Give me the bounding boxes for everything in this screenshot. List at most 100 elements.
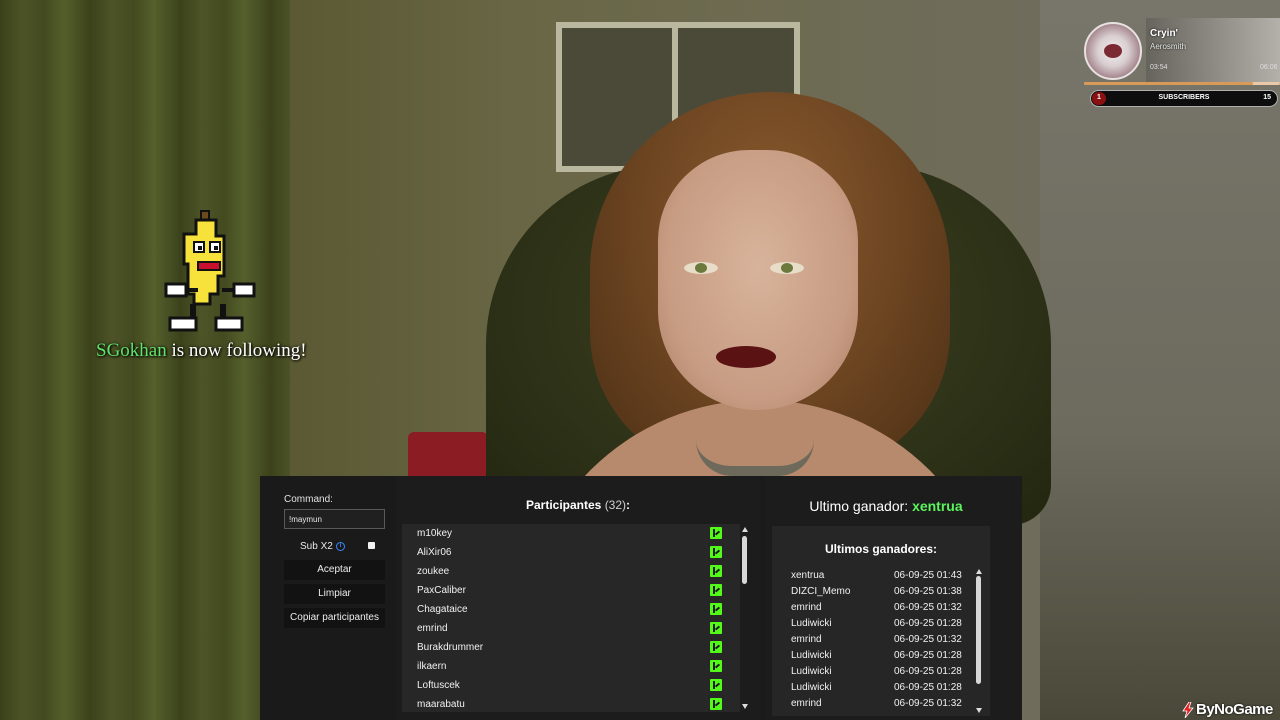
participant-name: AliXir06 <box>417 547 452 558</box>
winner-name: Ludiwicki <box>791 650 832 661</box>
participant-row[interactable]: maarabatu <box>402 695 740 712</box>
participants-colon: : <box>626 498 631 512</box>
info-icon[interactable]: i <box>336 542 345 551</box>
participant-name: Loftuscek <box>417 680 460 691</box>
scrollbar-thumb[interactable] <box>742 536 747 584</box>
winner-date: 06-09-25 01:43 <box>894 570 962 581</box>
last-winner-label: Ultimo ganador: <box>809 498 909 514</box>
track-progress-bar <box>1084 82 1280 85</box>
goal-label: SUBSCRIBERS <box>1158 94 1210 101</box>
sub-x2-option: Sub X2 i <box>284 538 385 554</box>
lips <box>716 346 776 368</box>
kick-icon <box>710 622 722 634</box>
bolt-logo-icon <box>1182 702 1194 718</box>
winner-row: Ludiwicki 06-09-25 01:28 <box>772 680 982 696</box>
winner-row: DIZCI_Memo 06-09-25 01:38 <box>772 584 982 600</box>
wall <box>1040 0 1280 720</box>
winner-name: Ludiwicki <box>791 618 832 629</box>
kick-icon <box>710 603 722 615</box>
participant-row[interactable]: Loftuscek <box>402 676 740 695</box>
left-eye <box>684 262 718 274</box>
scroll-up-arrow-icon[interactable] <box>742 527 748 532</box>
scroll-down-arrow-icon[interactable] <box>742 704 748 709</box>
kick-icon <box>710 546 722 558</box>
participant-row[interactable]: Burakdrummer <box>402 638 740 657</box>
winner-name: emrind <box>791 698 822 709</box>
kick-icon <box>710 641 722 653</box>
command-input[interactable] <box>284 509 385 529</box>
winner-name: Ludiwicki <box>791 682 832 693</box>
winner-row: xentrua 06-09-25 01:43 <box>772 568 982 584</box>
winner-row: emrind 06-09-25 01:32 <box>772 632 982 648</box>
follower-name: SGokhan <box>96 340 167 361</box>
winner-date: 06-09-25 01:32 <box>894 602 962 613</box>
participant-row[interactable]: emrind <box>402 619 740 638</box>
giveaway-controls: Command: Sub X2 i Aceptar Limpiar Copiar… <box>260 476 396 720</box>
winner-date: 06-09-25 01:32 <box>894 698 962 709</box>
kick-icon <box>710 698 722 710</box>
winner-row: Ludiwicki 06-09-25 01:28 <box>772 648 982 664</box>
subscriber-goal-bar: 1 SUBSCRIBERS 15 <box>1090 90 1278 107</box>
participant-name: ilkaern <box>417 661 447 672</box>
participant-row[interactable]: AliXir06 <box>402 543 740 562</box>
winner-name: emrind <box>791 602 822 613</box>
participant-row[interactable]: zoukee <box>402 562 740 581</box>
winner-name: Ludiwicki <box>791 666 832 677</box>
participant-name: Burakdrummer <box>417 642 484 653</box>
kick-icon <box>710 527 722 539</box>
winner-name: DIZCI_Memo <box>791 586 851 597</box>
kick-icon <box>710 584 722 596</box>
command-label: Command: <box>284 494 333 505</box>
copy-participants-button[interactable]: Copiar participantes <box>284 608 385 628</box>
recent-winners-title: Ultimos ganadores: <box>824 542 938 556</box>
last-winner-name: xentrua <box>912 498 963 514</box>
winner-row: Ludiwicki 06-09-25 01:28 <box>772 616 982 632</box>
winner-date: 06-09-25 01:28 <box>894 618 962 629</box>
participants-scrollbar[interactable] <box>740 524 750 712</box>
participants-count: (32) <box>604 498 627 512</box>
participant-name: Chagataice <box>417 604 468 615</box>
winner-name: emrind <box>791 634 822 645</box>
participant-name: maarabatu <box>417 699 465 710</box>
participant-row[interactable]: m10key <box>402 524 740 543</box>
winner-row: Ludiwicki 06-09-25 01:28 <box>772 664 982 680</box>
participant-row[interactable]: Chagataice <box>402 600 740 619</box>
giveaway-panel: Command: Sub X2 i Aceptar Limpiar Copiar… <box>260 476 1022 720</box>
streamer-face <box>658 150 858 410</box>
participant-name: emrind <box>417 623 448 634</box>
sub-x2-label: Sub X2 <box>300 541 333 552</box>
dancing-banana-icon <box>164 210 256 332</box>
track-time-current: 03:54 <box>1150 64 1168 71</box>
participant-row[interactable]: ilkaern <box>402 657 740 676</box>
red-pillow <box>408 432 488 482</box>
channel-watermark: ByNoGame <box>1182 700 1280 720</box>
winner-date: 06-09-25 01:28 <box>894 650 962 661</box>
track-title: Cryin' <box>1150 28 1178 39</box>
now-playing-widget: Cryin' Aerosmith 03:54 06:06 <box>1080 18 1280 90</box>
clear-button[interactable]: Limpiar <box>284 584 385 604</box>
right-eye <box>770 262 804 274</box>
winner-date: 06-09-25 01:32 <box>894 634 962 645</box>
participants-section: Participantes (32): m10key AliXir06 zoukee… <box>396 476 760 720</box>
participants-header: Participantes (32): <box>396 498 760 512</box>
winner-row: emrind 06-09-25 01:32 <box>772 696 982 712</box>
track-progress-fill <box>1084 82 1253 85</box>
sub-x2-checkbox[interactable] <box>368 542 375 549</box>
winner-row: emrind 06-09-25 01:32 <box>772 600 982 616</box>
participant-name: PaxCaliber <box>417 585 466 596</box>
follow-message: is now following! <box>166 340 307 361</box>
goal-target-count: 15 <box>1263 94 1271 101</box>
participants-list[interactable]: m10key AliXir06 zoukee PaxCaliber Chagataice… <box>402 524 740 712</box>
track-artist: Aerosmith <box>1150 42 1187 51</box>
winner-date: 06-09-25 01:28 <box>894 682 962 693</box>
participant-name: m10key <box>417 528 453 539</box>
kick-icon <box>710 660 722 672</box>
last-winner: Ultimo ganador: xentrua <box>766 498 1006 514</box>
participant-row[interactable]: PaxCaliber <box>402 581 740 600</box>
participants-title: Participantes <box>525 498 602 512</box>
follow-alert: SGokhan is now following! <box>96 340 307 362</box>
winner-name: xentrua <box>791 570 825 581</box>
accept-button[interactable]: Aceptar <box>284 560 385 580</box>
winner-date: 06-09-25 01:28 <box>894 666 962 677</box>
recent-winners-box: Ultimos ganadores: xentrua 06-09-25 01:43… <box>772 526 990 716</box>
